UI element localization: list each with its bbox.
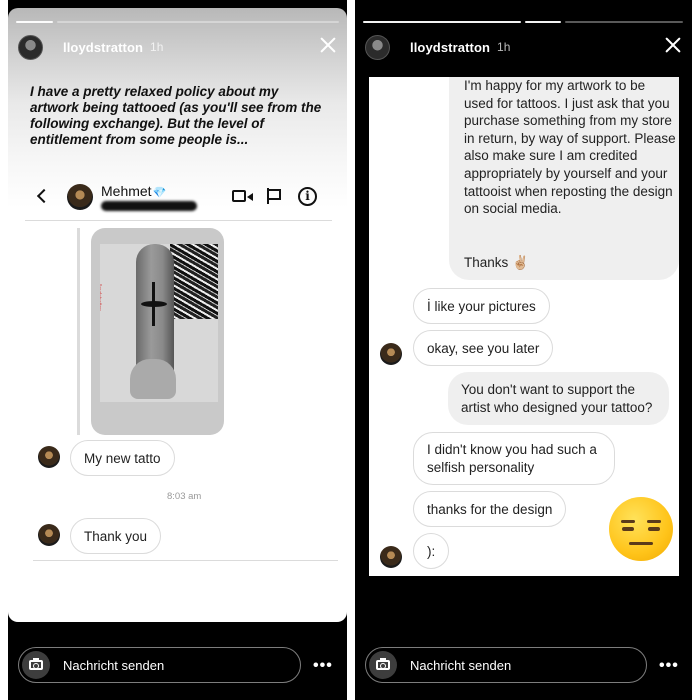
- user-avatar[interactable]: [18, 34, 43, 60]
- close-icon[interactable]: [664, 36, 682, 54]
- incoming-message: I didn't know you had such a selfish per…: [413, 432, 615, 485]
- story-progress-segment: [363, 21, 521, 23]
- tattoo-photo-message: lloydstratton: [91, 228, 224, 435]
- photo-watermark: lloydstratton: [100, 284, 102, 311]
- photo-tattoo-wings: [141, 301, 167, 307]
- face-mouth: [629, 542, 653, 545]
- contact-avatar: [38, 524, 60, 546]
- photo-background-pattern: [170, 244, 218, 319]
- incoming-message: Thank you: [70, 518, 162, 554]
- story-card: I have a pretty relaxed policy about my …: [8, 8, 347, 622]
- story-header: lloydstratton 1h: [355, 28, 692, 66]
- divider: [33, 560, 338, 561]
- incoming-message: ):: [413, 533, 450, 569]
- reply-quote-line: [77, 228, 80, 435]
- artist-message: I'm happy for my artwork to be used for …: [464, 78, 676, 217]
- close-icon[interactable]: [319, 36, 337, 54]
- right-story-panel: lloydstratton 1h I'm happy for my artwor…: [355, 0, 692, 700]
- story-progress-segment: [525, 21, 561, 23]
- contact-avatar: [380, 343, 402, 365]
- face-brow-right: [647, 520, 661, 523]
- story-caption: I have a pretty relaxed policy about my …: [30, 84, 322, 147]
- incoming-message: thanks for the design: [413, 491, 567, 527]
- tattoo-photo: lloydstratton: [100, 244, 218, 402]
- expressionless-face-icon: [609, 497, 673, 561]
- outgoing-message: You don't want to support the artist who…: [448, 372, 669, 425]
- camera-icon: [376, 660, 390, 670]
- reply-input[interactable]: Nachricht senden: [18, 647, 301, 683]
- message-timestamp: 8:03 am: [167, 491, 202, 502]
- flag-icon: [267, 188, 281, 204]
- dm-header: Mehmet💎 i: [25, 175, 332, 221]
- story-header: lloydstratton 1h: [8, 28, 347, 66]
- camera-button[interactable]: [369, 651, 397, 679]
- camera-button[interactable]: [22, 651, 50, 679]
- reply-placeholder: Nachricht senden: [410, 657, 512, 673]
- photo-hand: [130, 359, 176, 399]
- contact-avatar: [380, 546, 402, 568]
- story-username[interactable]: lloydstratton: [63, 40, 143, 55]
- contact-name-row: Mehmet💎: [101, 183, 166, 199]
- incoming-message: My new tatto: [70, 440, 175, 476]
- artist-thanks: Thanks ✌🏼: [464, 255, 529, 270]
- camera-icon: [29, 660, 43, 670]
- contact-name: Mehmet: [101, 183, 152, 199]
- story-time: 1h: [150, 40, 164, 54]
- video-call-icon: [232, 190, 253, 202]
- story-card: I'm happy for my artwork to be used for …: [369, 77, 679, 576]
- reply-placeholder: Nachricht senden: [63, 657, 165, 673]
- incoming-message: okay, see you later: [413, 330, 554, 366]
- info-icon: i: [298, 187, 317, 206]
- face-eye-right: [648, 527, 660, 531]
- contact-avatar: [38, 446, 60, 468]
- face-eye-left: [622, 527, 634, 531]
- redacted-scribble: [101, 201, 197, 211]
- face-brow-left: [621, 520, 635, 523]
- more-icon[interactable]: •••: [659, 657, 679, 675]
- story-progress-segment: [16, 21, 53, 23]
- story-progress-segment: [57, 21, 339, 23]
- user-avatar[interactable]: [365, 34, 390, 60]
- incoming-message: İ like your pictures: [413, 288, 550, 324]
- story-username[interactable]: lloydstratton: [410, 40, 490, 55]
- story-time: 1h: [497, 40, 511, 54]
- back-arrow-icon: [36, 188, 52, 204]
- contact-avatar: [67, 184, 93, 210]
- reply-input[interactable]: Nachricht senden: [365, 647, 647, 683]
- left-story-panel: I have a pretty relaxed policy about my …: [8, 0, 347, 700]
- more-icon[interactable]: •••: [313, 657, 333, 675]
- story-progress-segment: [565, 21, 683, 23]
- verified-gem-icon: 💎: [152, 187, 167, 199]
